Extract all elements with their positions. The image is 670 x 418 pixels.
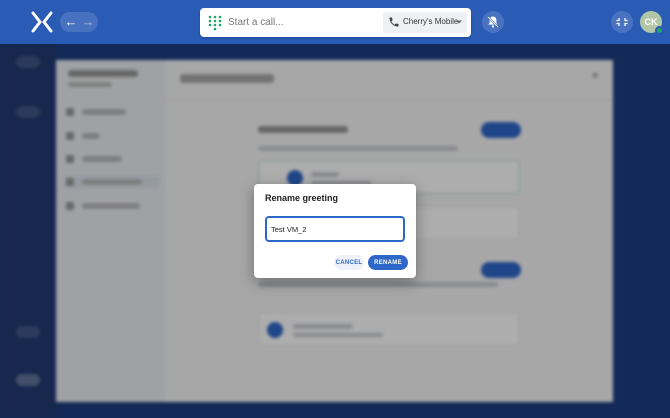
chevron-down-icon [456,20,462,24]
arrow-right-icon[interactable]: → [79,13,97,31]
greeting-name-field [265,216,405,242]
call-box: Cherry's Mobile [200,8,471,37]
dialpad-icon[interactable] [208,15,222,31]
line-name-label: Cherry's Mobile [403,17,459,26]
phone-icon [389,17,399,27]
collapse-icon [616,18,628,26]
bell-off-icon [487,16,499,28]
arrow-left-icon[interactable]: ← [62,13,80,31]
dialog-title: Rename greeting [265,193,339,203]
line-selector[interactable]: Cherry's Mobile [383,12,467,33]
collapse-button[interactable] [611,11,633,33]
cancel-button[interactable]: CANCEL [334,255,364,270]
rename-button[interactable]: RENAME [368,255,408,270]
top-bar: ← → Cherry's Mobile [0,0,670,44]
do-not-disturb-button[interactable] [482,11,504,33]
greeting-name-input[interactable] [271,222,399,236]
rename-greeting-dialog: Rename greeting CANCEL RENAME [254,184,416,278]
start-call-input[interactable] [228,14,368,31]
presence-status-dot [655,26,664,35]
history-nav: ← → [60,12,98,32]
x-logo-icon [31,11,53,33]
